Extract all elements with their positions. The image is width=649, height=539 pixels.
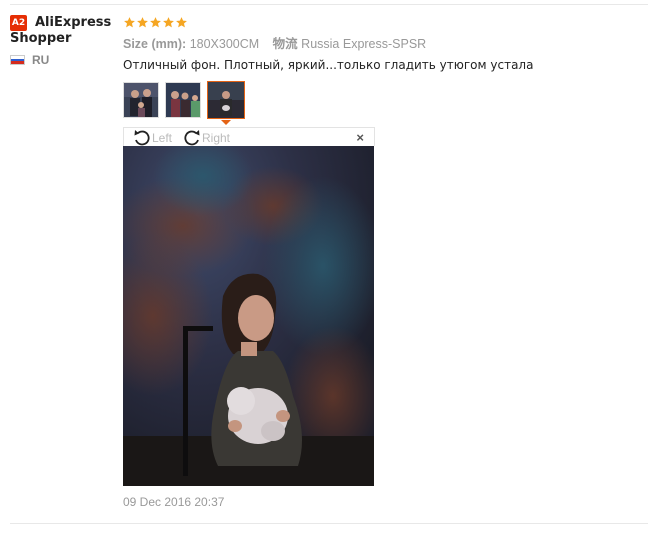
rotate-right-label: Right [202,130,231,145]
rotate-left-label: Left [152,130,173,145]
photo-thumb-1[interactable] [123,82,159,118]
country-code: RU [32,53,50,67]
photo-viewer: Left Right × [123,127,375,486]
reviewer-name-line: A2 AliExpress [10,15,120,31]
review-photo [123,146,374,486]
star-icon [149,16,162,29]
shipping-value: Russia Express-SPSR [301,37,427,51]
star-icon [123,16,136,29]
reviewer-info: A2 AliExpress Shopper RU [10,15,120,67]
rotate-left-button[interactable]: Left [133,129,172,146]
photo-thumbnails [123,81,251,119]
russia-flag-icon [10,55,25,65]
bottom-divider [10,523,648,524]
reviewer-name-2: Shopper [10,31,72,46]
star-icon [175,16,188,29]
size-value: 180X300CM [189,37,260,51]
shipping-label: 物流 [272,36,298,51]
reviewer-name: AliExpress [35,15,112,30]
buyer-level-badge: A2 [10,15,27,31]
close-icon[interactable]: × [356,130,364,145]
photo-thumb-3[interactable] [207,81,245,119]
star-icon [162,16,175,29]
top-divider [10,4,648,5]
review-body: Size (mm): 180X300CM 物流 Russia Express-S… [123,13,643,73]
viewer-toolbar: Left Right × [123,127,375,146]
order-info: Size (mm): 180X300CM 物流 Russia Express-S… [123,35,643,53]
rotate-right-icon [184,130,200,146]
selected-thumb-caret [221,120,231,125]
size-label: Size (mm): [123,37,187,51]
review-date: 09 Dec 2016 20:37 [123,495,225,509]
star-rating [123,13,643,31]
rotate-right-button[interactable]: Right [183,129,230,146]
rotate-left-icon [134,130,150,146]
star-icon [136,16,149,29]
photo-thumb-2[interactable] [165,82,201,118]
reviewer-country: RU [10,53,120,67]
review-comment: Отличный фон. Плотный, яркий...только гл… [123,58,534,72]
